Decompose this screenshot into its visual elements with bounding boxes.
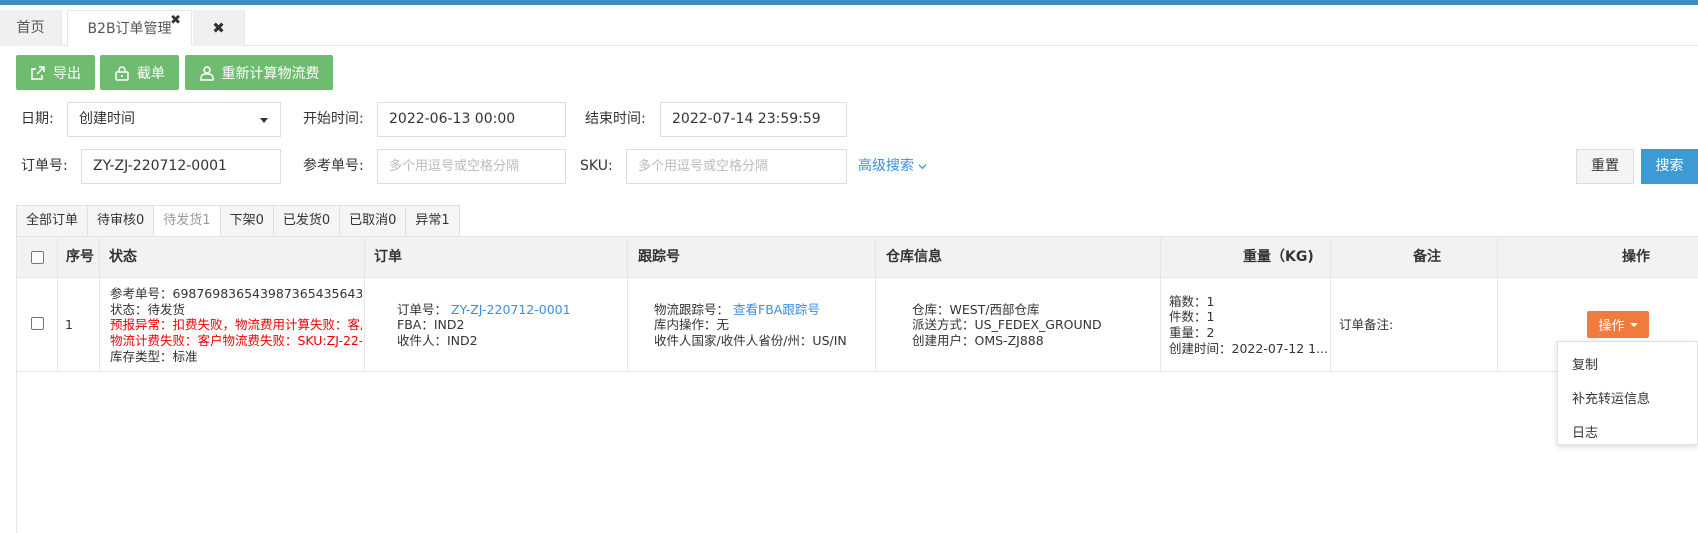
row-remark: 订单备注:: [1339, 317, 1394, 332]
tab-b2b-orders[interactable]: B2B订单管理 ✖: [67, 10, 192, 46]
end-time-input[interactable]: 2022-07-14 23:59:59: [660, 102, 847, 137]
status-tabs: 全部订单 待审核0 待发货1 下架0 已发货0 已取消0 异常1: [16, 205, 460, 237]
order-no-label: 订单号：: [397, 302, 448, 317]
row-error-freight: 物流计费失败：客户物流费失败：SKU:ZJ-22-01...: [110, 333, 362, 348]
sku-input[interactable]: 多个用逗号或空格分隔: [626, 149, 847, 184]
tab-b2b-orders-label: B2B订单管理: [87, 21, 172, 37]
close-tab-icon[interactable]: ✖: [170, 3, 181, 39]
row-pieces: 件数：1: [1169, 309, 1215, 324]
end-time-label: 结束时间:: [585, 111, 646, 127]
search-button[interactable]: 搜索: [1641, 149, 1698, 184]
tab-home[interactable]: 首页: [0, 10, 62, 46]
recalc-freight-label: 重新计算物流费: [221, 65, 320, 82]
recalc-freight-button[interactable]: 重新计算物流费: [185, 55, 333, 90]
export-icon: [31, 65, 45, 80]
tracking-label: 物流跟踪号：: [654, 302, 730, 317]
reset-button[interactable]: 重置: [1576, 149, 1634, 184]
menu-item-transit-info[interactable]: 补充转运信息: [1572, 388, 1650, 407]
chevron-down-icon: [260, 118, 268, 123]
cutoff-label: 截单: [137, 65, 165, 82]
row-warehouse: 仓库：WEST/西部仓库: [912, 302, 1040, 317]
orders-table: 序号 状态 订单 跟踪号 仓库信息 重量（KG) 备注 操作 1 参考单号：69…: [16, 236, 1698, 533]
menu-item-log[interactable]: 日志: [1572, 422, 1598, 441]
tab-cancelled[interactable]: 已取消0: [339, 205, 406, 237]
advanced-search-label: 高级搜索: [858, 158, 914, 174]
row-error-forecast: 预报异常：扣费失败，物流费用计算失败：客户...: [110, 317, 362, 332]
action-dropdown-menu: 复制 补充转运信息 日志: [1557, 341, 1698, 445]
row-checkbox[interactable]: [31, 317, 44, 330]
order-no-input[interactable]: ZY-ZJ-220712-0001: [81, 149, 281, 184]
row-created-time: 创建时间：2022-07-12 1...: [1169, 341, 1327, 356]
page-tabs: 首页 B2B订单管理 ✖ ✖: [0, 5, 1698, 46]
row-ref-no: 参考单号：69876983654398736543564354: [110, 286, 362, 301]
order-no-link[interactable]: ZY-ZJ-220712-0001: [451, 302, 571, 317]
start-time-label: 开始时间:: [303, 111, 364, 127]
row-creator: 创建用户：OMS-ZJ888: [912, 333, 1044, 348]
advanced-search-link[interactable]: 高级搜索: [858, 149, 927, 183]
order-no-label: 订单号:: [21, 158, 68, 174]
menu-item-copy[interactable]: 复制: [1572, 354, 1598, 373]
row-action-label: 操作: [1598, 319, 1625, 334]
cutoff-button[interactable]: 截单: [100, 55, 179, 90]
tab-exception[interactable]: 异常1: [405, 205, 460, 237]
ref-no-label: 参考单号:: [303, 158, 364, 174]
export-button[interactable]: 导出: [16, 55, 95, 90]
row-receiver: 收件人：IND2: [397, 333, 478, 348]
tab-pending-shipment[interactable]: 待发货1: [153, 205, 220, 237]
row-seq: 1: [65, 317, 73, 332]
row-tracking: 物流跟踪号： 查看FBA跟踪号: [654, 302, 820, 318]
view-fba-tracking-link[interactable]: 查看FBA跟踪号: [733, 302, 820, 317]
table-row: 1 参考单号：69876983654398736543564354 状态：待发货…: [17, 278, 1698, 372]
ref-no-input[interactable]: 多个用逗号或空格分隔: [377, 149, 566, 184]
sku-label: SKU:: [580, 158, 613, 174]
row-inhouse-op: 库内操作：无: [654, 317, 730, 332]
start-time-input[interactable]: 2022-06-13 00:00: [377, 102, 566, 137]
row-fba: FBA：IND2: [397, 317, 465, 332]
header-action: 操作: [1622, 249, 1650, 265]
row-boxes: 箱数：1: [1169, 294, 1215, 309]
row-destination: 收件人国家/收件人省份/州：US/IN: [654, 333, 847, 348]
row-order-no: 订单号： ZY-ZJ-220712-0001: [397, 302, 571, 318]
date-type-select[interactable]: 创建时间: [67, 102, 281, 137]
close-all-tabs-icon[interactable]: ✖: [193, 10, 245, 46]
chevron-down-icon: [918, 163, 927, 169]
row-status: 状态：待发货: [110, 302, 186, 317]
tab-pending-review[interactable]: 待审核0: [87, 205, 154, 237]
row-stock-type: 库存类型：标准: [110, 349, 198, 364]
tab-shipped[interactable]: 已发货0: [272, 205, 340, 237]
lock-icon: [115, 65, 129, 81]
date-type-value: 创建时间: [79, 111, 135, 127]
caret-down-icon: [1629, 322, 1638, 327]
row-ship-method: 派送方式：US_FEDEX_GROUND: [912, 317, 1102, 332]
date-label: 日期:: [21, 111, 54, 127]
tab-off-shelf[interactable]: 下架0: [219, 205, 273, 237]
tab-all-orders[interactable]: 全部订单: [16, 205, 88, 237]
export-label: 导出: [53, 65, 81, 82]
row-weight: 重量：2: [1169, 325, 1215, 340]
row-action-button[interactable]: 操作: [1587, 311, 1649, 338]
user-icon: [199, 65, 214, 81]
